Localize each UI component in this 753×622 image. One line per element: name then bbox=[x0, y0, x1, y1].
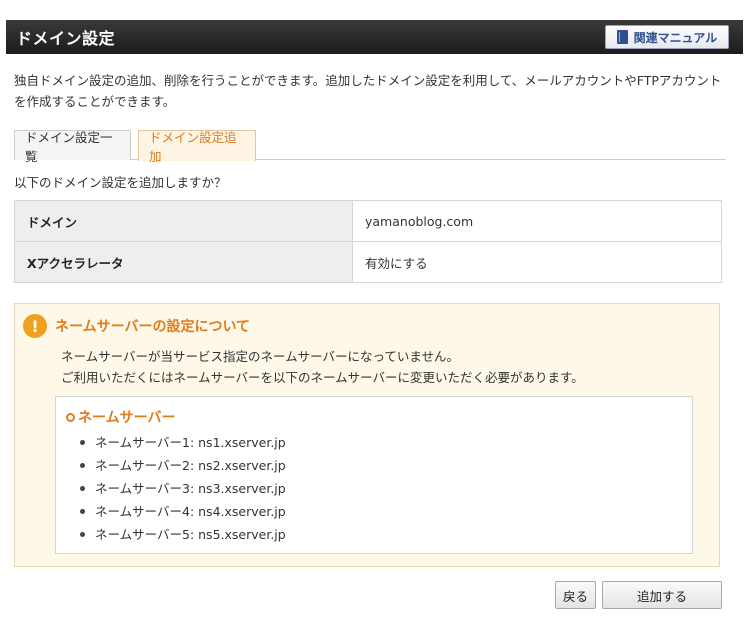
domain-info-table: ドメイン yamanoblog.com Xアクセラレータ 有効にする bbox=[14, 200, 722, 283]
list-item: ネームサーバー5: ns5.xserver.jp bbox=[80, 523, 286, 546]
list-item: ネームサーバー2: ns2.xserver.jp bbox=[80, 454, 286, 477]
nameserver-list: ネームサーバー1: ns1.xserver.jp ネームサーバー2: ns2.x… bbox=[80, 431, 286, 546]
nameserver-text: ネームサーバー2: ns2.xserver.jp bbox=[95, 458, 286, 473]
nameserver-warning-box: ! ネームサーバーの設定について ネームサーバーが当サービス指定のネームサーバー… bbox=[14, 303, 720, 567]
table-value: yamanoblog.com bbox=[352, 200, 722, 242]
bullet-icon bbox=[80, 486, 85, 491]
warning-message: ネームサーバーが当サービス指定のネームサーバーになっていません。 ご利用いただく… bbox=[61, 346, 584, 388]
tab-domain-add[interactable]: ドメイン設定追加 bbox=[138, 130, 256, 164]
nameserver-text: ネームサーバー1: ns1.xserver.jp bbox=[95, 435, 286, 450]
nameserver-heading: ネームサーバー bbox=[66, 407, 175, 427]
page-title: ドメイン設定 bbox=[16, 29, 116, 48]
tab-domain-list[interactable]: ドメイン設定一覧 bbox=[14, 130, 131, 164]
bullet-icon bbox=[80, 440, 85, 445]
list-item: ネームサーバー1: ns1.xserver.jp bbox=[80, 431, 286, 454]
warning-header: ! ネームサーバーの設定について bbox=[23, 314, 250, 338]
table-row: Xアクセラレータ 有効にする bbox=[14, 241, 722, 283]
bullet-icon bbox=[80, 509, 85, 514]
table-label: Xアクセラレータ bbox=[14, 241, 353, 283]
add-button[interactable]: 追加する bbox=[602, 581, 722, 609]
nameserver-text: ネームサーバー5: ns5.xserver.jp bbox=[95, 527, 286, 542]
tab-bar: ドメイン設定一覧 ドメイン設定追加 bbox=[14, 130, 726, 164]
list-item: ネームサーバー3: ns3.xserver.jp bbox=[80, 477, 286, 500]
nameserver-text: ネームサーバー4: ns4.xserver.jp bbox=[95, 504, 286, 519]
ring-icon bbox=[66, 412, 75, 422]
nameserver-list-box: ネームサーバー ネームサーバー1: ns1.xserver.jp ネームサーバー… bbox=[55, 396, 693, 554]
table-label: ドメイン bbox=[14, 200, 353, 242]
bullet-icon bbox=[80, 532, 85, 537]
back-button[interactable]: 戻る bbox=[555, 581, 596, 609]
warning-line: ネームサーバーが当サービス指定のネームサーバーになっていません。 bbox=[61, 349, 460, 364]
warning-title: ネームサーバーの設定について bbox=[55, 319, 251, 335]
nameserver-text: ネームサーバー3: ns3.xserver.jp bbox=[95, 481, 286, 496]
table-row: ドメイン yamanoblog.com bbox=[14, 200, 722, 242]
warning-icon: ! bbox=[23, 314, 47, 338]
table-value: 有効にする bbox=[352, 241, 722, 283]
book-icon bbox=[616, 30, 628, 44]
page-header: ドメイン設定 関連マニュアル bbox=[6, 20, 743, 54]
warning-line: ご利用いただくにはネームサーバーを以下のネームサーバーに変更いただく必要がありま… bbox=[61, 370, 584, 385]
list-item: ネームサーバー4: ns4.xserver.jp bbox=[80, 500, 286, 523]
related-manual-button[interactable]: 関連マニュアル bbox=[605, 25, 729, 49]
confirm-text: 以下のドメイン設定を追加しますか？ bbox=[14, 175, 227, 190]
page-description: 独自ドメイン設定の追加、削除を行うことができます。追加したドメイン設定を利用して… bbox=[14, 73, 722, 109]
nameserver-heading-label: ネームサーバー bbox=[78, 410, 176, 426]
bullet-icon bbox=[80, 463, 85, 468]
related-manual-label: 関連マニュアル bbox=[633, 30, 718, 45]
